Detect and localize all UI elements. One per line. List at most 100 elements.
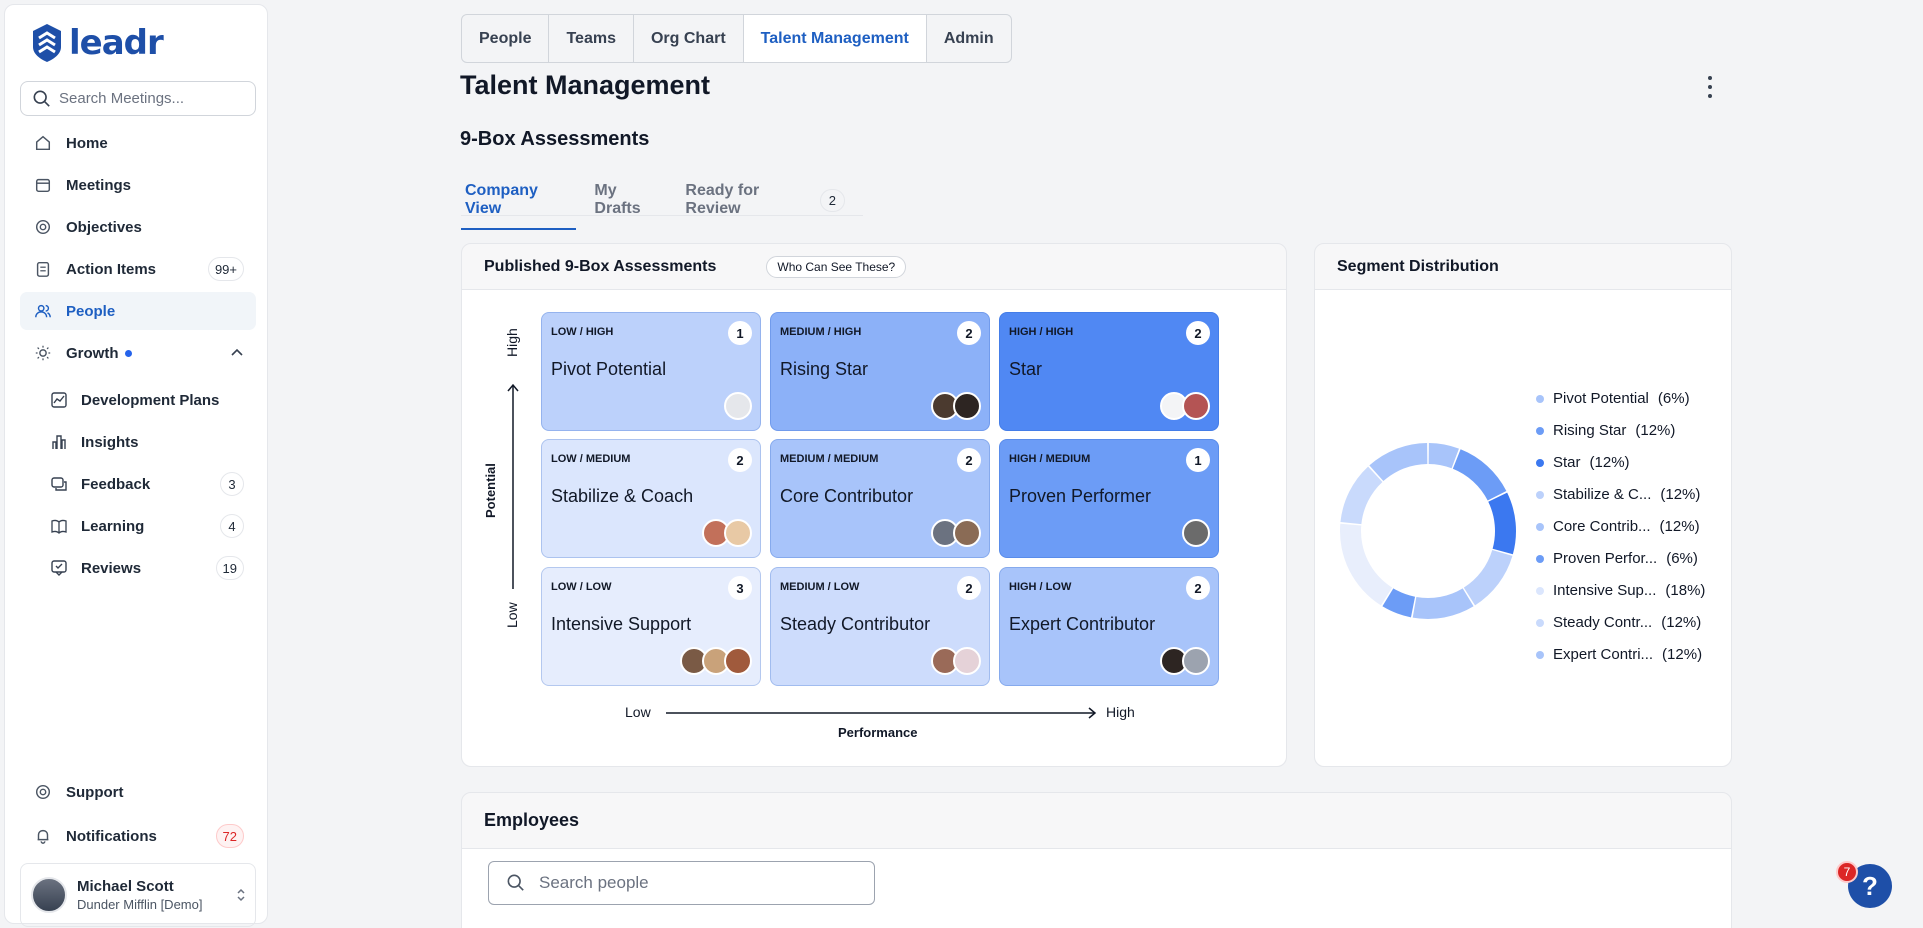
legend-label: Star xyxy=(1553,454,1581,471)
nav-notifications[interactable]: Notifications 72 xyxy=(20,817,256,855)
y-axis-high-label: High xyxy=(504,328,520,357)
box-name: Expert Contributor xyxy=(1009,614,1156,634)
tab-my-drafts-label: My Drafts xyxy=(594,182,641,217)
donut-slice[interactable] xyxy=(1428,443,1459,469)
legend-item: Stabilize & C... (12%) xyxy=(1536,486,1700,503)
tab-my-drafts[interactable]: My Drafts xyxy=(590,176,667,228)
nav-meetings-label: Meetings xyxy=(66,176,132,194)
nav-objectives[interactable]: Objectives xyxy=(20,208,256,246)
donut-slice[interactable] xyxy=(1488,492,1516,555)
legend-label: Rising Star xyxy=(1553,422,1627,439)
notifications-badge: 72 xyxy=(215,824,244,848)
box-name: Steady Contributor xyxy=(780,614,931,634)
nav-support-label: Support xyxy=(66,783,124,801)
help-badge: 7 xyxy=(1836,861,1858,883)
nav-development-plans-label: Development Plans xyxy=(81,391,220,409)
x-axis-title: Performance xyxy=(838,725,918,740)
nav-growth-label: Growth xyxy=(66,344,119,362)
people-search-input[interactable]: Search people xyxy=(488,861,875,905)
nav-people-label: People xyxy=(66,302,116,320)
more-options-icon[interactable] xyxy=(1700,76,1720,98)
reviews-badge: 19 xyxy=(215,556,244,580)
box-intensive-support[interactable]: LOW / LOW 3 Intensive Support xyxy=(541,567,761,686)
nav-support[interactable]: Support xyxy=(20,773,256,811)
who-can-see-button[interactable]: Who Can See These? xyxy=(766,255,907,278)
donut-slice[interactable] xyxy=(1412,588,1474,619)
box-count: 2 xyxy=(957,576,981,600)
donut-slice[interactable] xyxy=(1369,443,1428,482)
chevron-updown-icon xyxy=(237,888,245,902)
nav-learning[interactable]: Learning 4 xyxy=(33,507,256,545)
shield-logo-icon xyxy=(33,24,61,62)
box-stabilize-coach[interactable]: LOW / MEDIUM 2 Stabilize & Coach xyxy=(541,439,761,558)
user-menu[interactable]: Michael Scott Dunder Mifflin [Demo] xyxy=(20,863,256,927)
page-title: Talent Management xyxy=(460,70,711,100)
review-icon xyxy=(51,560,67,576)
avatar[interactable] xyxy=(1182,647,1210,675)
x-axis-low-label: Low xyxy=(625,704,651,720)
nav-home[interactable]: Home xyxy=(20,124,256,162)
box-pivot-potential[interactable]: LOW / HIGH 1 Pivot Potential xyxy=(541,312,761,431)
legend-swatch xyxy=(1536,618,1544,627)
published-title: Published 9-Box Assessments xyxy=(484,257,717,275)
meeting-search-input[interactable]: Search Meetings... xyxy=(20,81,256,116)
sidebar: leadr Search Meetings... Home Meetings O… xyxy=(4,4,268,927)
bar-chart-icon xyxy=(52,435,66,449)
box-level: MEDIUM / LOW xyxy=(780,581,860,593)
box-proven-performer[interactable]: HIGH / MEDIUM 1 Proven Performer xyxy=(999,439,1219,558)
tab-talent-management[interactable]: Talent Management xyxy=(743,15,927,62)
nav-people[interactable]: People xyxy=(20,292,256,330)
box-star[interactable]: HIGH / HIGH 2 Star xyxy=(999,312,1219,431)
avatar[interactable] xyxy=(953,392,981,420)
nav-insights-label: Insights xyxy=(81,433,139,451)
legend-percent: (12%) xyxy=(1589,454,1630,471)
leadr-logo[interactable]: leadr xyxy=(31,23,164,63)
box-rising-star[interactable]: MEDIUM / HIGH 2 Rising Star xyxy=(770,312,990,431)
nav-feedback[interactable]: Feedback 3 xyxy=(33,465,256,503)
box-expert-contributor[interactable]: HIGH / LOW 2 Expert Contributor xyxy=(999,567,1219,686)
lifebuoy-icon xyxy=(34,783,52,801)
avatar[interactable] xyxy=(724,647,752,675)
avatar[interactable] xyxy=(953,519,981,547)
nav-development-plans[interactable]: Development Plans xyxy=(33,381,256,419)
donut-slice[interactable] xyxy=(1340,523,1393,606)
box-core-contributor[interactable]: MEDIUM / MEDIUM 2 Core Contributor xyxy=(770,439,990,558)
nav-action-items[interactable]: Action Items 99+ xyxy=(20,250,256,288)
box-steady-contributor[interactable]: MEDIUM / LOW 2 Steady Contributor xyxy=(770,567,990,686)
legend-percent: (12%) xyxy=(1659,518,1700,535)
legend-label: Stabilize & C... xyxy=(1553,486,1652,503)
chevron-up-icon[interactable] xyxy=(230,346,244,360)
donut-slice[interactable] xyxy=(1340,466,1383,525)
nav-growth[interactable]: Growth xyxy=(20,334,256,372)
people-search-placeholder: Search people xyxy=(539,873,649,892)
tab-org-chart[interactable]: Org Chart xyxy=(634,15,744,62)
tab-admin[interactable]: Admin xyxy=(927,15,1011,62)
box-name: Proven Performer xyxy=(1009,486,1152,506)
box-name: Stabilize & Coach xyxy=(551,486,694,506)
nav-feedback-label: Feedback xyxy=(81,475,151,493)
tab-company-view[interactable]: Company View xyxy=(461,176,577,230)
avatar[interactable] xyxy=(724,519,752,547)
legend-percent: (6%) xyxy=(1666,550,1698,567)
search-icon xyxy=(33,90,50,107)
donut-slice[interactable] xyxy=(1452,449,1507,501)
nav-insights[interactable]: Insights xyxy=(33,423,256,461)
employees-card: Employees xyxy=(461,792,1732,928)
avatar[interactable] xyxy=(1182,519,1210,547)
search-placeholder: Search Meetings... xyxy=(59,90,185,107)
nav-reviews[interactable]: Reviews 19 xyxy=(33,549,256,587)
avatar[interactable] xyxy=(953,647,981,675)
tab-people[interactable]: People xyxy=(462,15,550,62)
nav-meetings[interactable]: Meetings xyxy=(20,166,256,204)
employees-title: Employees xyxy=(484,810,580,830)
calendar-icon xyxy=(34,176,52,194)
donut-slice[interactable] xyxy=(1463,549,1513,606)
legend-label: Pivot Potential xyxy=(1553,390,1649,407)
legend-item: Expert Contri... (12%) xyxy=(1536,646,1702,663)
avatar[interactable] xyxy=(724,392,752,420)
tab-teams[interactable]: Teams xyxy=(549,15,634,62)
avatar[interactable] xyxy=(1182,392,1210,420)
tab-ready-for-review[interactable]: Ready for Review 2 xyxy=(681,176,849,228)
action-items-badge: 99+ xyxy=(207,257,244,281)
legend-item: Intensive Sup... (18%) xyxy=(1536,582,1705,599)
